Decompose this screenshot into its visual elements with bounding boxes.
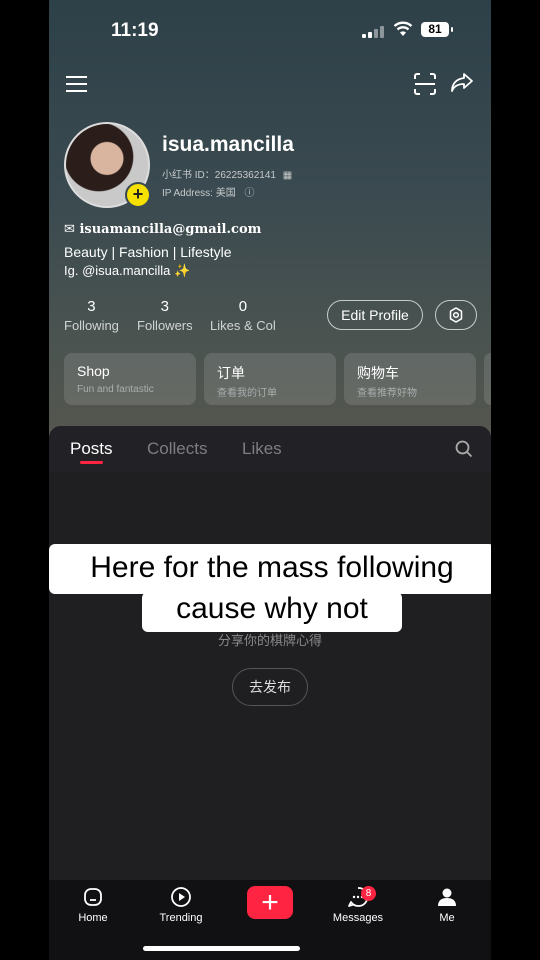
stat-label: Followers — [137, 318, 193, 333]
tab-posts[interactable]: Posts — [70, 439, 113, 459]
tab-collects[interactable]: Collects — [147, 439, 207, 459]
stat-number: 3 — [87, 298, 96, 315]
wifi-icon — [393, 21, 413, 36]
settings-button[interactable] — [435, 300, 477, 330]
bio-line: Beauty | Fashion | Lifestyle — [64, 244, 232, 260]
bio-line: Ig. @isua.mancilla ✨ — [64, 263, 191, 278]
person-icon — [438, 888, 456, 906]
messages-badge: 8 — [361, 886, 376, 901]
content-panel: Posts Collects Likes 分享你的棋牌心得 去发布 — [49, 426, 491, 886]
video-caption-line: cause why not — [142, 592, 402, 632]
edit-profile-button[interactable]: Edit Profile — [327, 300, 423, 330]
empty-state-text: 分享你的棋牌心得 — [217, 633, 322, 648]
stat-number: 3 — [160, 298, 169, 315]
gear-icon — [449, 307, 463, 323]
search-icon[interactable] — [455, 440, 473, 458]
card-subtitle: Fun and fantastic — [77, 384, 154, 395]
info-icon[interactable]: ⓘ — [245, 188, 255, 199]
tab-likes[interactable]: Likes — [242, 439, 282, 459]
nav-label: Trending — [159, 912, 203, 924]
card-partial[interactable] — [484, 353, 491, 405]
nav-label: Messages — [332, 912, 384, 924]
play-circle-icon — [171, 887, 191, 907]
card-shop[interactable]: Shop Fun and fantastic — [64, 353, 196, 405]
bio-email: ✉ isuamancilla@gmail.com — [64, 222, 261, 237]
add-avatar-icon[interactable]: + — [125, 182, 151, 208]
ip-address: IP Address: 美国 ⓘ — [162, 184, 255, 199]
card-title: 订单 — [217, 365, 245, 381]
stat-label: Likes & Col — [210, 318, 276, 333]
phone-screen: 11:19 81 + isua.mancilla 小红书 ID：26225362… — [49, 0, 491, 960]
nav-messages[interactable]: Messages 8 — [323, 884, 393, 924]
nav-label: Home — [78, 912, 108, 924]
card-cart[interactable]: 购物车 查看推荐好物 — [344, 353, 476, 405]
video-caption-line: Here for the mass following — [49, 544, 491, 594]
email-text: isuamancilla@gmail.com — [79, 222, 262, 237]
stat-label: Following — [64, 318, 119, 333]
card-title: Shop — [77, 363, 110, 379]
battery-indicator: 81 — [421, 22, 453, 37]
user-id-text: 小红书 ID：26225362141 — [162, 170, 276, 181]
envelope-icon: ✉ — [64, 222, 75, 237]
scan-icon[interactable] — [414, 73, 436, 95]
cellular-signal-icon — [362, 26, 384, 38]
create-post-button[interactable]: + — [247, 886, 293, 919]
nav-me[interactable]: Me — [412, 884, 482, 924]
ip-address-text: IP Address: 美国 — [162, 188, 236, 199]
publish-button[interactable]: 去发布 — [232, 668, 308, 706]
card-title: 购物车 — [357, 365, 399, 381]
home-icon — [84, 888, 102, 906]
stat-following[interactable]: 3 Following — [64, 298, 119, 333]
card-subtitle: 查看推荐好物 — [357, 388, 417, 399]
user-id: 小红书 ID：26225362141 ▦ — [162, 166, 292, 181]
nav-label: Me — [439, 912, 455, 924]
card-subtitle: 查看我的订单 — [217, 388, 277, 399]
nav-trending[interactable]: Trending — [146, 884, 216, 924]
status-bar: 11:19 81 — [49, 18, 491, 44]
username: isua.mancilla — [162, 133, 294, 156]
stat-number: 0 — [238, 298, 248, 315]
stat-followers[interactable]: 3 Followers — [137, 298, 193, 333]
active-tab-indicator — [80, 461, 103, 464]
content-tabs: Posts Collects Likes — [49, 426, 491, 472]
nav-home[interactable]: Home — [58, 884, 128, 924]
menu-icon[interactable] — [66, 75, 88, 93]
status-time: 11:19 — [111, 20, 159, 41]
home-indicator — [143, 946, 300, 951]
qr-code-icon[interactable]: ▦ — [283, 170, 292, 181]
share-icon[interactable] — [450, 72, 474, 94]
stat-likes[interactable]: 0 Likes & Col — [210, 298, 276, 333]
card-orders[interactable]: 订单 查看我的订单 — [204, 353, 336, 405]
